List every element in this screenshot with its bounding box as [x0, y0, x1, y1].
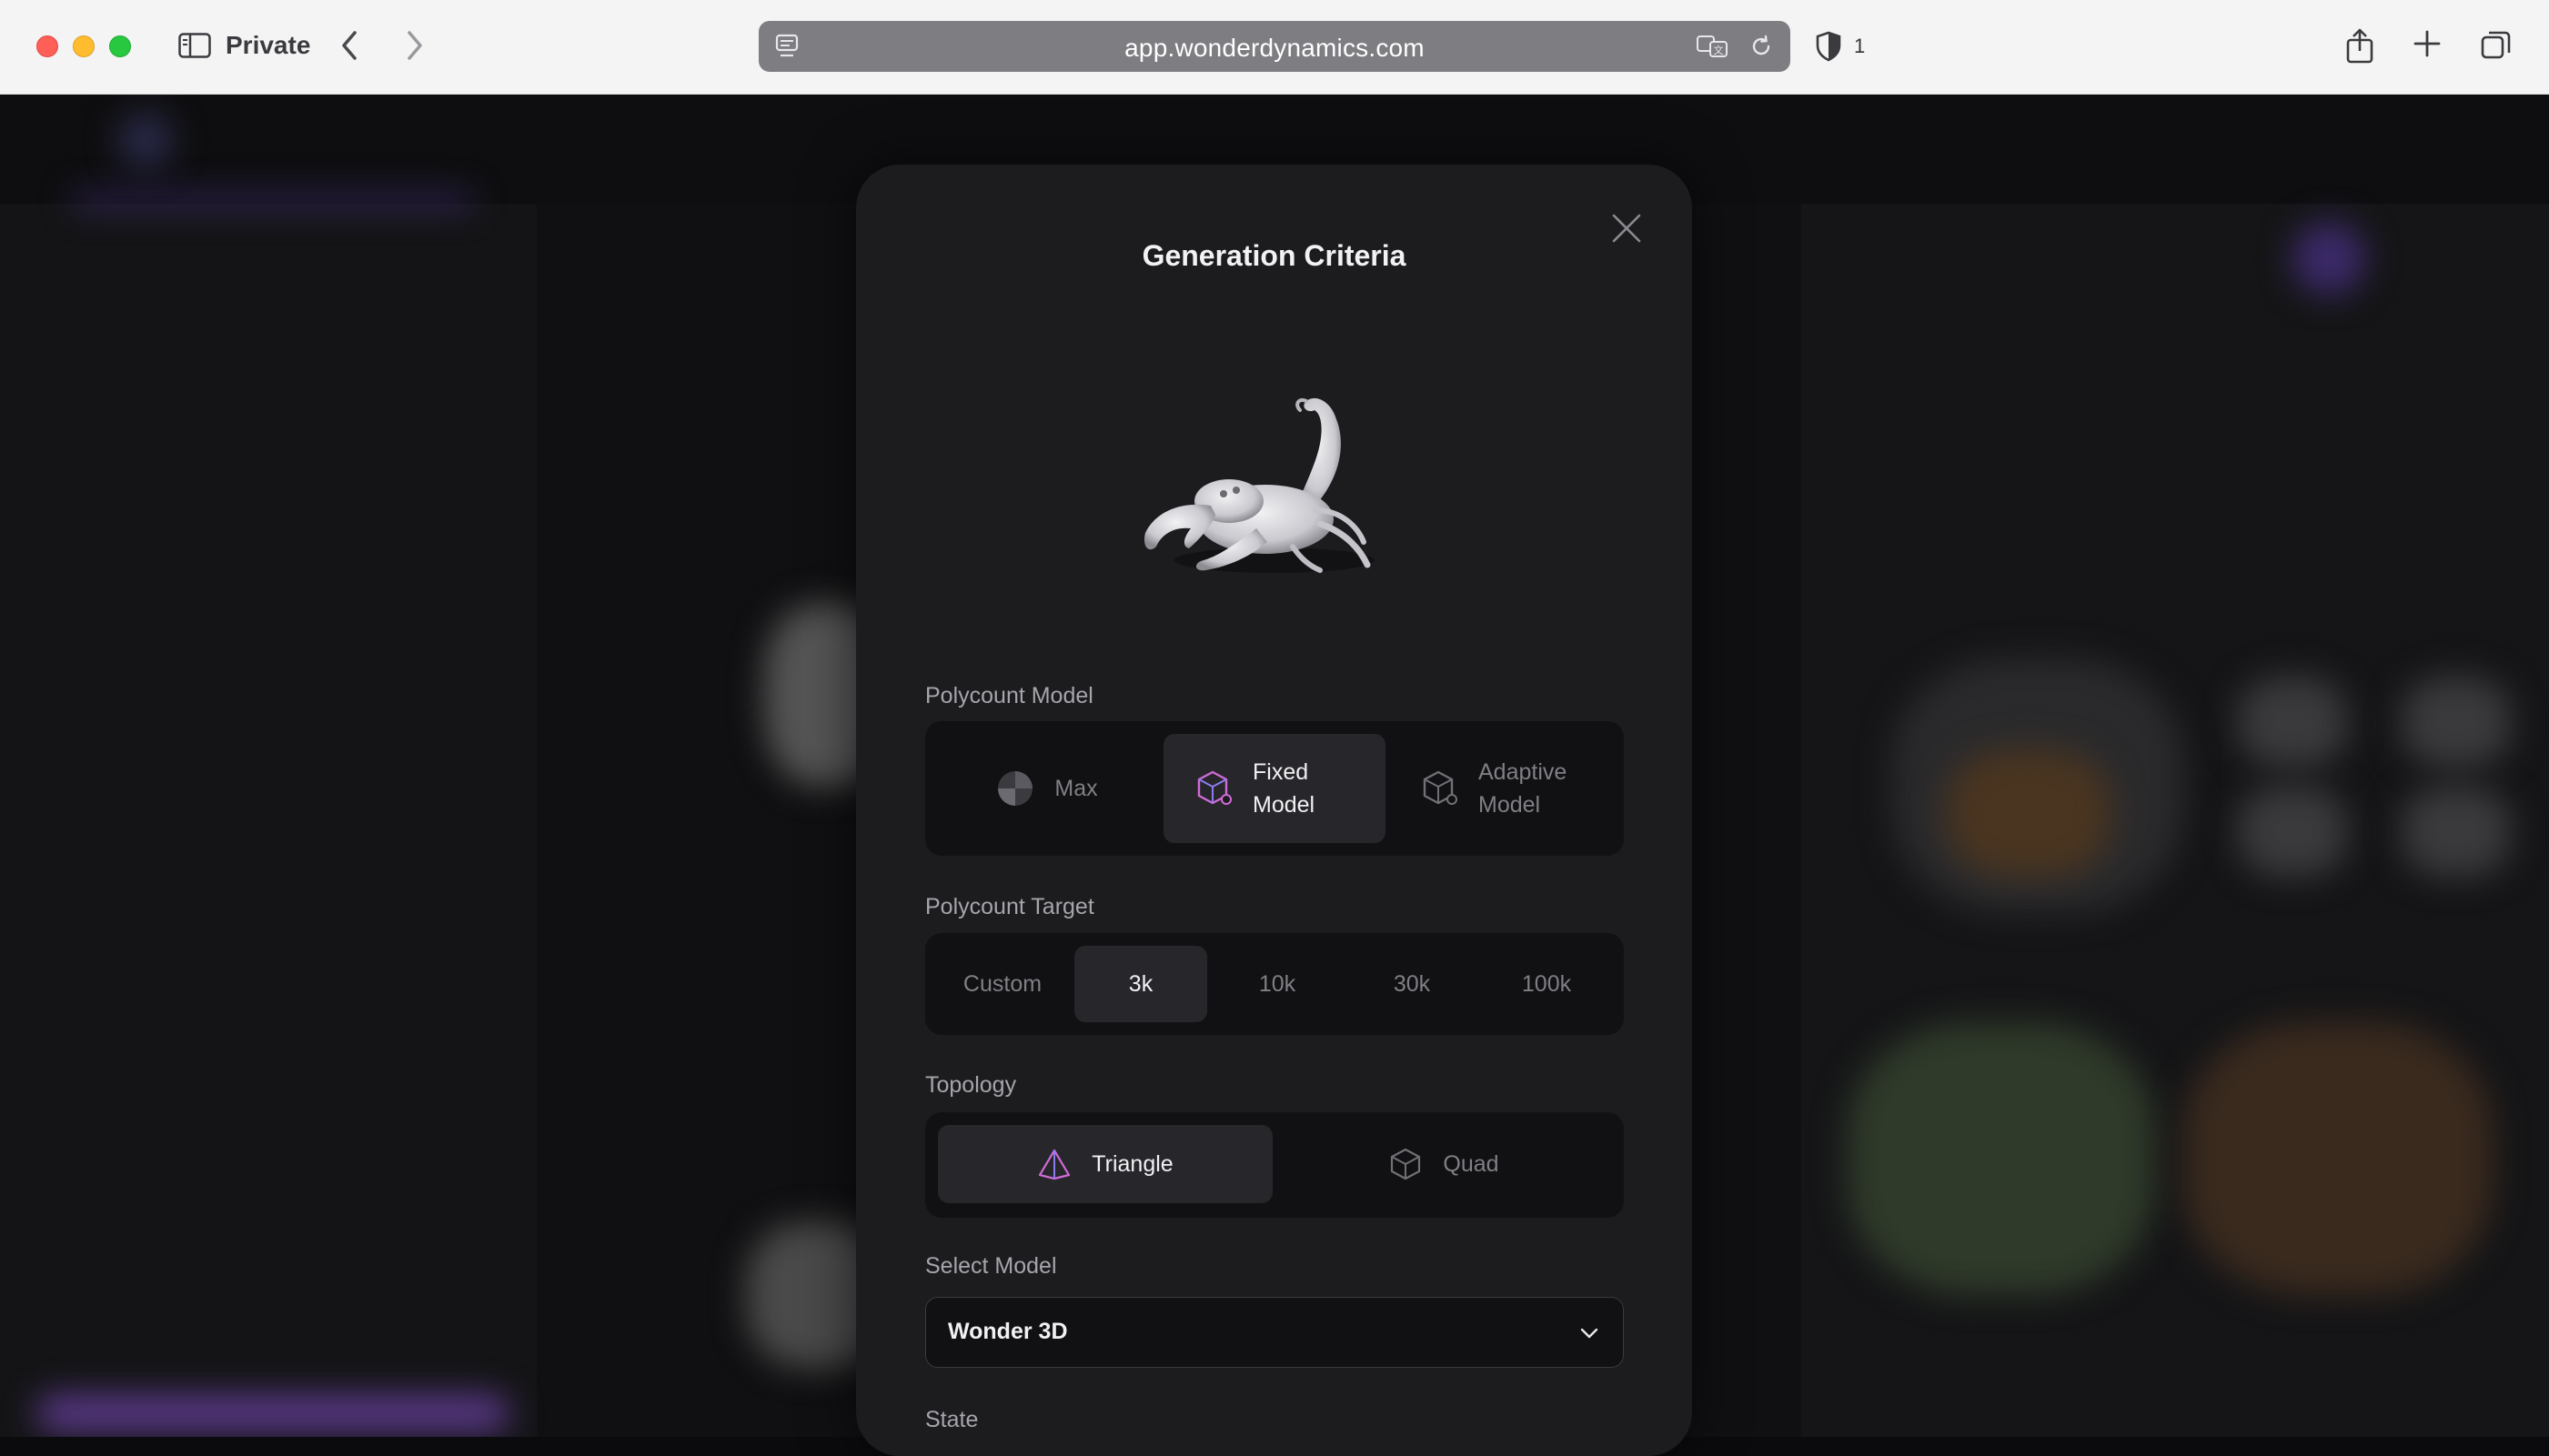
quad-cube-icon	[1388, 1147, 1423, 1181]
polycount-option-label: Max	[1054, 775, 1098, 801]
browser-toolbar: Private app.wonderdynamics.com 文 1	[0, 0, 2549, 95]
generation-criteria-modal: Generation Criteria Polycount Model Max …	[856, 165, 1692, 1456]
zoom-window-button[interactable]	[109, 35, 131, 57]
svg-text:文: 文	[1714, 44, 1724, 56]
polycount-target-selector: Custom 3k 10k 30k 100k	[925, 933, 1624, 1035]
topology-option-triangle[interactable]: Triangle	[938, 1125, 1273, 1203]
topology-label: Topology	[925, 1072, 1017, 1098]
translate-icon[interactable]: 文	[1696, 34, 1730, 59]
topology-option-quad[interactable]: Quad	[1276, 1125, 1611, 1203]
reload-icon[interactable]	[1748, 34, 1774, 59]
model-select-dropdown[interactable]: Wonder 3D	[925, 1297, 1624, 1368]
polycount-target-label: Polycount Target	[925, 894, 1094, 919]
background-left-panel	[0, 204, 537, 1437]
background-thumbnail	[2402, 677, 2511, 768]
selected-model-value: Wonder 3D	[948, 1319, 1068, 1344]
background-thumbnail	[1947, 749, 2111, 877]
target-option-30k[interactable]: 30k	[1345, 946, 1478, 1022]
url-text: app.wonderdynamics.com	[1124, 34, 1425, 62]
background-thumbnail	[2402, 786, 2511, 877]
polycount-option-max[interactable]: Max	[938, 734, 1156, 843]
option-line: Model	[1478, 792, 1541, 818]
minimize-window-button[interactable]	[73, 35, 95, 57]
back-icon[interactable]	[338, 27, 360, 64]
topology-option-label: Quad	[1443, 1150, 1499, 1177]
background-thumbnail	[2238, 677, 2347, 768]
option-line: Fixed	[1253, 759, 1309, 785]
background-thumbnail	[1847, 1022, 2156, 1295]
chevron-down-icon	[1580, 1328, 1598, 1339]
plus-icon[interactable]	[2413, 29, 2442, 58]
privacy-shield-icon[interactable]	[1814, 31, 1843, 62]
background-logo	[118, 113, 173, 167]
option-line: Model	[1253, 792, 1315, 818]
state-label: State	[925, 1407, 979, 1432]
polycount-model-label: Polycount Model	[925, 683, 1093, 708]
topology-option-label: Triangle	[1092, 1150, 1174, 1177]
background-avatar	[2292, 222, 2365, 295]
background-glow	[73, 195, 473, 207]
background-glow	[36, 1395, 509, 1431]
triangle-pyramid-icon	[1037, 1148, 1072, 1180]
model-preview-image	[1144, 397, 1375, 573]
forward-icon[interactable]	[404, 27, 426, 64]
option-line: Adaptive	[1478, 759, 1567, 785]
topology-selector: Triangle Quad	[925, 1112, 1624, 1218]
fixed-model-cube-icon	[1196, 769, 1233, 808]
share-icon[interactable]	[2345, 27, 2374, 64]
max-pie-icon	[996, 769, 1034, 808]
polycount-option-fixed-model[interactable]: Fixed Model	[1164, 734, 1385, 843]
target-option-custom[interactable]: Custom	[934, 946, 1071, 1022]
polycount-option-label: Adaptive Model	[1478, 756, 1578, 821]
background-thumbnail	[2238, 786, 2347, 877]
shield-count: 1	[1854, 35, 1866, 57]
select-model-label: Select Model	[925, 1253, 1057, 1279]
target-option-3k[interactable]: 3k	[1074, 946, 1207, 1022]
address-bar[interactable]: app.wonderdynamics.com 文	[759, 21, 1790, 72]
adaptive-model-cube-icon	[1422, 769, 1458, 808]
background-thumbnail	[2183, 1022, 2493, 1295]
polycount-model-selector: Max Fixed Model Adaptive Model	[925, 721, 1624, 856]
close-window-button[interactable]	[36, 35, 58, 57]
private-mode-label: Private	[226, 31, 311, 59]
tab-overview-icon[interactable]	[2480, 29, 2513, 62]
sidebar-toggle-icon[interactable]	[178, 33, 211, 58]
target-option-100k[interactable]: 100k	[1480, 946, 1613, 1022]
polycount-option-label: Fixed Model	[1253, 756, 1353, 821]
polycount-option-adaptive-model[interactable]: Adaptive Model	[1391, 734, 1609, 843]
modal-title: Generation Criteria	[1142, 239, 1406, 272]
target-option-10k[interactable]: 10k	[1211, 946, 1344, 1022]
